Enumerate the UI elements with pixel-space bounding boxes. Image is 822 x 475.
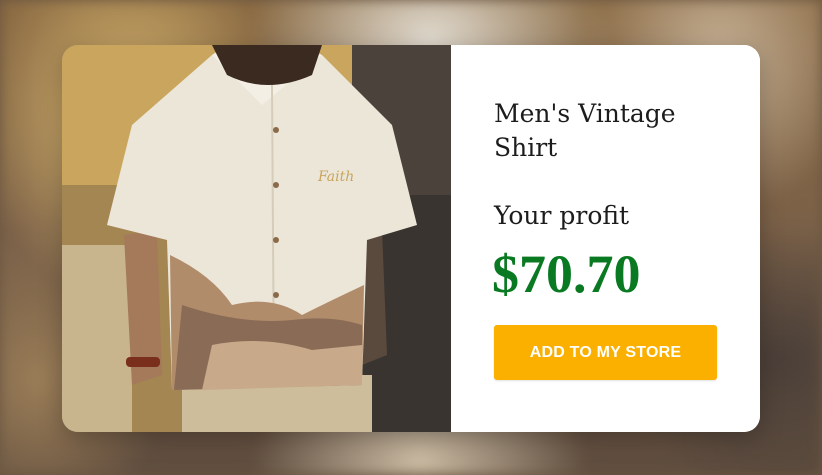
product-info-panel: Men's Vintage Shirt Your profit $70.70 A… (451, 45, 760, 432)
product-card: Faith Men's Vintage Shirt Your profit $7… (62, 45, 760, 432)
product-title: Men's Vintage Shirt (494, 99, 676, 162)
svg-text:Faith: Faith (317, 169, 354, 185)
add-to-store-button[interactable]: ADD TO MY STORE (494, 325, 717, 380)
product-image: Faith (62, 45, 451, 432)
profit-label: Your profit (494, 201, 630, 230)
profit-amount: $70.70 (492, 244, 641, 304)
